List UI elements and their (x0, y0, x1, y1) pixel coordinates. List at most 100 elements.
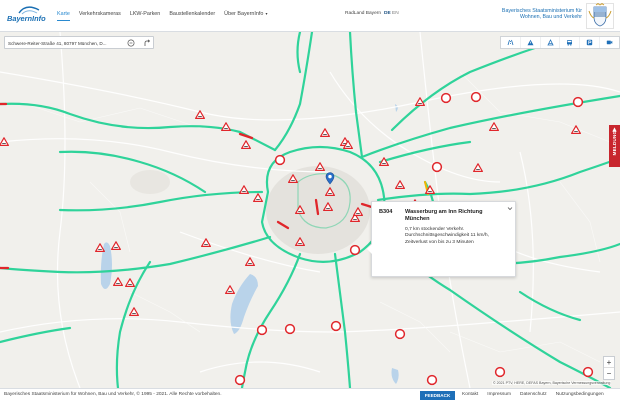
header: BayernInfo Karte Verkehrskameras LKW-Par… (0, 0, 620, 32)
warning-triangle-icon[interactable] (95, 243, 105, 252)
layer-parking-button[interactable] (580, 37, 601, 48)
warning-triangle-icon[interactable] (241, 140, 251, 149)
meldung-label: MELDUNG (612, 130, 617, 156)
layer-road-button[interactable] (501, 37, 521, 48)
warning-triangle-icon[interactable] (225, 285, 235, 294)
warning-triangle-icon[interactable] (253, 193, 263, 202)
warning-triangle-icon[interactable] (125, 278, 135, 287)
zoom-control: + − (603, 356, 615, 380)
footer-link-datenschutz[interactable]: Datenschutz (520, 392, 547, 397)
nav-karte[interactable]: Karte (57, 11, 70, 21)
ministry-name[interactable]: Bayerisches Staatsministerium für Wohnen… (492, 8, 582, 21)
bus-icon (567, 40, 573, 46)
warning-triangle-icon[interactable] (245, 257, 255, 266)
chevron-down-icon[interactable] (507, 206, 513, 211)
popup-title: Wasserburg am Inn Richtung München (405, 209, 483, 222)
closure-circle-icon[interactable] (394, 328, 406, 340)
map-attribution: © 2021 PTV, HERE, DEFAS Bayern, Bayerisc… (492, 381, 612, 385)
warning-triangle-icon[interactable] (111, 241, 121, 250)
closure-circle-icon[interactable] (330, 320, 342, 332)
bayerninfo-logo[interactable]: BayernInfo (5, 5, 47, 27)
closure-circle-icon[interactable] (470, 91, 482, 103)
warning-triangle-icon[interactable] (239, 185, 249, 194)
popup-description: 0,7 km stockender Verkehr. Durchschnitts… (405, 227, 513, 246)
warning-triangle-icon[interactable] (353, 207, 363, 216)
ministry-line-2: Wohnen, Bau und Verkehr (519, 14, 582, 21)
closure-circle-icon[interactable] (431, 161, 443, 173)
warning-triangle-icon[interactable] (315, 162, 325, 171)
closure-circle-icon[interactable] (426, 374, 438, 386)
layer-construction-button[interactable] (541, 37, 561, 48)
popup-road-number: B304 (379, 209, 393, 215)
radland-link[interactable]: RadLand Bayern (345, 11, 381, 16)
map-canvas[interactable]: B304 Wasserburg am Inn Richtung München … (0, 32, 620, 388)
footer: Bayerisches Staatsministerium für Wohnen… (0, 388, 620, 401)
closure-circle-icon[interactable] (582, 366, 594, 378)
closure-circle-icon[interactable] (274, 154, 286, 166)
warning-triangle-icon[interactable] (571, 125, 581, 134)
warning-triangle-icon[interactable] (129, 307, 139, 316)
warning-triangle-icon[interactable] (320, 128, 330, 137)
warning-triangle-icon[interactable] (295, 237, 305, 246)
warning-triangle-icon[interactable] (323, 202, 333, 211)
warning-triangle-icon[interactable] (325, 187, 335, 196)
warning-triangle-icon[interactable] (201, 238, 211, 247)
search-input[interactable] (8, 39, 120, 47)
layer-bus-button[interactable] (560, 37, 581, 48)
warning-triangle-icon[interactable] (415, 97, 425, 106)
nav-lkw-parken[interactable]: LKW-Parken (130, 11, 160, 21)
warning-triangle-icon[interactable] (221, 122, 231, 131)
closure-circle-icon[interactable] (572, 96, 584, 108)
road-icon (507, 39, 514, 46)
footer-links: Kontakt Impressum Datenschutz Nutzungsbe… (462, 392, 613, 397)
warning-triangle-icon[interactable] (195, 110, 205, 119)
warning-icon (527, 39, 534, 46)
map-markers (0, 91, 594, 386)
popup-tail (367, 244, 372, 254)
layer-camera-button[interactable] (600, 37, 619, 48)
closure-circle-icon[interactable] (349, 244, 361, 256)
closure-circle-icon[interactable] (256, 324, 268, 336)
camera-icon (606, 40, 613, 45)
footer-link-kontakt[interactable]: Kontakt (462, 392, 478, 397)
closure-circle-icon[interactable] (284, 323, 296, 335)
nav-ueber-label: Über BayernInfo (224, 11, 264, 17)
warning-triangle-icon[interactable] (113, 277, 123, 286)
lang-de[interactable]: DE (384, 11, 391, 16)
warning-triangle-icon[interactable] (0, 137, 9, 146)
closure-circle-icon[interactable] (234, 374, 246, 386)
route-icon[interactable] (143, 39, 151, 47)
warning-triangle-icon[interactable] (295, 205, 305, 214)
lang-en[interactable]: EN (392, 11, 399, 16)
location-pin-icon[interactable] (325, 172, 335, 185)
zoom-out-button[interactable]: − (604, 368, 614, 379)
bavaria-crest-icon[interactable] (586, 3, 614, 29)
warning-triangle-icon[interactable] (288, 174, 298, 183)
app-window: BayernInfo Karte Verkehrskameras LKW-Par… (0, 0, 620, 401)
footer-link-nutzungsbedingungen[interactable]: Nutzungsbedingungen (556, 392, 604, 397)
zoom-in-button[interactable]: + (604, 357, 614, 368)
copyright-text: Bayerisches Staatsministerium für Wohnen… (4, 392, 222, 397)
nav-verkehrskameras[interactable]: Verkehrskameras (79, 11, 121, 21)
dropdown-caret-icon: ▾ (264, 11, 268, 16)
parking-icon (587, 39, 593, 46)
warning-triangle-icon[interactable] (473, 163, 483, 172)
warning-triangle-icon[interactable] (395, 180, 405, 189)
nav-baustellenkalender[interactable]: Baustellenkalender (169, 11, 215, 21)
nav-ueber-bayerninfo[interactable]: Über BayernInfo ▾ (224, 11, 267, 21)
warning-triangle-icon[interactable] (489, 122, 499, 131)
warning-triangle-icon[interactable] (379, 157, 389, 166)
construction-icon (546, 39, 554, 46)
layer-toolbar (500, 36, 620, 49)
popup-line-3: Zeitverlust von bis zu 3 Minuten (405, 239, 474, 245)
closure-circle-icon[interactable] (494, 366, 506, 378)
feedback-button[interactable]: FEEDBACK (420, 391, 455, 400)
warning-triangle-icon[interactable] (425, 185, 435, 194)
layer-warning-button[interactable] (521, 37, 541, 48)
search-bar (4, 36, 154, 49)
footer-link-impressum[interactable]: Impressum (487, 392, 511, 397)
meldung-tab[interactable]: MELDUNG (609, 125, 620, 167)
traffic-popup: B304 Wasserburg am Inn Richtung München … (367, 201, 516, 277)
closure-circle-icon[interactable] (440, 92, 452, 104)
clear-search-icon[interactable] (127, 39, 135, 47)
